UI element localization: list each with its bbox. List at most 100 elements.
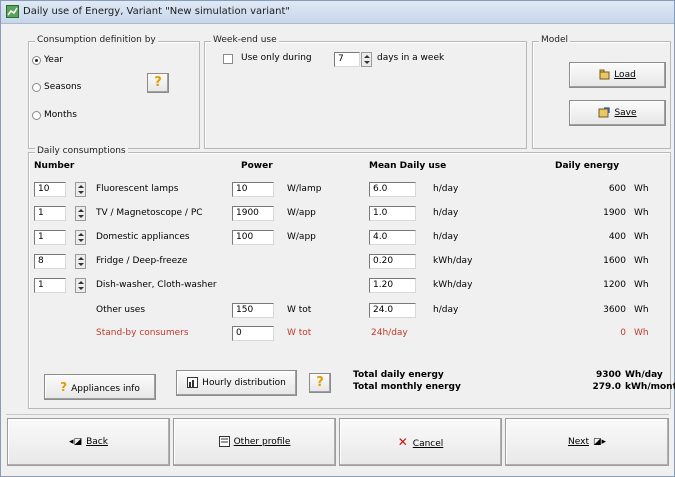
cancel-button[interactable]: ✕ Cancel: [339, 418, 502, 466]
next-button[interactable]: Next ◪▸: [505, 418, 669, 466]
profile-icon: [218, 436, 230, 447]
next-icon: ◪▸: [592, 437, 606, 447]
row-energy-unit: Wh: [634, 232, 649, 242]
total-monthly-value: 279.0: [592, 382, 621, 392]
standby-power-field[interactable]: 0: [232, 326, 274, 341]
daily-consumptions-label: Daily consumptions: [35, 146, 128, 156]
model-label: Model: [539, 35, 571, 45]
hourly-distribution-button[interactable]: Hourly distribution: [176, 370, 297, 396]
other-uses-label: Other uses: [96, 305, 146, 315]
back-icon: ◂◪: [69, 437, 83, 447]
row-mean-field[interactable]: 0.20: [369, 254, 416, 269]
row-power-unit: W/app: [287, 208, 316, 218]
other-profile-button[interactable]: Other profile: [173, 418, 336, 466]
window-title: Daily use of Energy, Variant "New simula…: [23, 6, 291, 17]
other-power-unit: W tot: [287, 305, 312, 315]
radio-seasons[interactable]: [32, 83, 41, 92]
row-appliance-name: Fridge / Deep-freeze: [96, 256, 188, 266]
help-icon: ?: [60, 380, 68, 394]
back-label: Back: [86, 437, 108, 447]
other-energy-unit: Wh: [634, 305, 649, 315]
load-button[interactable]: Load: [569, 62, 666, 88]
row-power-field[interactable]: 100: [232, 230, 274, 245]
row-power-unit: W/app: [287, 232, 316, 242]
row-power-unit: W/lamp: [287, 184, 322, 194]
row-number-spinner[interactable]: [75, 206, 86, 221]
total-monthly-label: Total monthly energy: [353, 382, 461, 392]
row-mean-field[interactable]: 1.20: [369, 278, 416, 293]
other-mean-field[interactable]: 24.0: [369, 303, 416, 318]
row-power-field[interactable]: 10: [232, 182, 274, 197]
row-mean-unit: h/day: [433, 184, 459, 194]
cancel-icon: ✕: [397, 435, 408, 449]
other-power-field[interactable]: 150: [232, 303, 274, 318]
weekend-checkbox-label: Use only during: [241, 53, 312, 63]
model-group: Model: [532, 35, 671, 149]
header-number: Number: [34, 161, 75, 171]
appliances-info-button[interactable]: ? Appliances info: [44, 374, 156, 400]
header-energy: Daily energy: [555, 161, 620, 171]
weekend-use-label: Week-end use: [211, 35, 279, 45]
cancel-label: Cancel: [412, 439, 444, 449]
consumption-help-button[interactable]: ?: [147, 73, 169, 93]
help-icon: ?: [316, 375, 324, 390]
header-power: Power: [241, 161, 273, 171]
standby-energy-unit: Wh: [634, 328, 649, 338]
row-mean-unit: h/day: [433, 232, 459, 242]
save-button[interactable]: Save: [569, 100, 666, 126]
row-mean-unit: kWh/day: [433, 280, 473, 290]
radio-year[interactable]: [32, 56, 41, 65]
row-mean-field[interactable]: 6.0: [369, 182, 416, 197]
hourly-distribution-label: Hourly distribution: [202, 378, 286, 388]
save-icon: [598, 107, 611, 118]
row-appliance-name: Dish-washer, Cloth-washer: [96, 280, 217, 290]
row-energy-unit: Wh: [634, 184, 649, 194]
weekend-days-spinner[interactable]: [361, 52, 372, 67]
row-mean-field[interactable]: 1.0: [369, 206, 416, 221]
consumption-definition-label: Consumption definition by: [35, 35, 158, 45]
footer-separator: [6, 414, 669, 415]
back-button[interactable]: ◂◪ Back: [7, 418, 170, 466]
row-energy-value: 1900: [603, 208, 626, 218]
row-energy-value: 600: [608, 184, 626, 194]
row-number-spinner[interactable]: [75, 182, 86, 197]
next-label: Next: [568, 437, 589, 447]
total-daily-unit: Wh/day: [625, 370, 663, 380]
row-power-field[interactable]: 1900: [232, 206, 274, 221]
row-number-field[interactable]: 1: [34, 206, 66, 221]
radio-months-label: Months: [44, 110, 77, 120]
row-number-spinner[interactable]: [75, 278, 86, 293]
other-mean-unit: h/day: [433, 305, 459, 315]
row-energy-unit: Wh: [634, 256, 649, 266]
save-label: Save: [614, 108, 637, 118]
weekend-days-suffix: days in a week: [377, 53, 445, 63]
row-mean-field[interactable]: 4.0: [369, 230, 416, 245]
row-energy-value: 1200: [603, 280, 626, 290]
chart-icon: [187, 377, 199, 388]
radio-months[interactable]: [32, 111, 41, 120]
load-label: Load: [614, 70, 636, 80]
load-icon: [599, 69, 610, 80]
row-number-field[interactable]: 8: [34, 254, 66, 269]
radio-seasons-label: Seasons: [44, 82, 82, 92]
row-number-field[interactable]: 1: [34, 230, 66, 245]
header-mean: Mean Daily use: [369, 161, 447, 171]
standby-power-unit: W tot: [287, 328, 312, 338]
row-number-spinner[interactable]: [75, 230, 86, 245]
row-energy-unit: Wh: [634, 280, 649, 290]
row-energy-value: 400: [608, 232, 626, 242]
standby-energy-value: 0: [620, 328, 626, 338]
title-bar: Daily use of Energy, Variant "New simula…: [1, 1, 674, 24]
row-appliance-name: Domestic appliances: [96, 232, 190, 242]
weekend-checkbox[interactable]: [223, 54, 233, 64]
standby-label: Stand-by consumers: [96, 328, 189, 338]
row-number-field[interactable]: 10: [34, 182, 66, 197]
row-energy-unit: Wh: [634, 208, 649, 218]
row-number-field[interactable]: 1: [34, 278, 66, 293]
row-number-spinner[interactable]: [75, 254, 86, 269]
weekend-days-field[interactable]: 7: [334, 52, 360, 67]
hourly-help-button[interactable]: ?: [309, 373, 331, 393]
radio-year-label: Year: [44, 55, 64, 65]
other-energy-value: 3600: [603, 305, 626, 315]
other-profile-label: Other profile: [233, 437, 291, 447]
